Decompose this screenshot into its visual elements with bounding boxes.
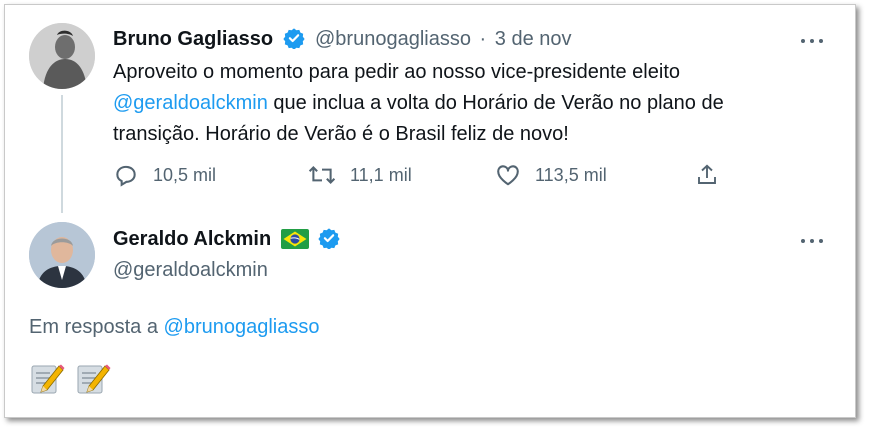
reply-context: Em resposta a @brunogagliasso bbox=[29, 316, 319, 339]
more-options-icon[interactable] bbox=[799, 30, 825, 50]
more-options-icon[interactable] bbox=[799, 230, 825, 250]
share-icon bbox=[698, 164, 716, 184]
heart-icon bbox=[497, 165, 519, 186]
avatar-geraldo[interactable] bbox=[29, 222, 95, 288]
memo-icon bbox=[75, 360, 111, 396]
author-handle[interactable]: @brunogagliasso bbox=[315, 28, 471, 50]
tweet-meta: @brunogagliasso · 3 de nov bbox=[315, 28, 572, 51]
tweet-screenshot-frame: Bruno Gagliasso @brunogagliasso · 3 de n… bbox=[4, 4, 856, 418]
retweet-button[interactable]: 11,1 mil bbox=[308, 161, 412, 189]
memo-icon bbox=[29, 360, 65, 396]
retweet-icon bbox=[308, 166, 336, 184]
author-name-text[interactable]: Bruno Gagliasso bbox=[113, 28, 273, 50]
reply-count: 10,5 mil bbox=[153, 164, 217, 185]
reply-prefix: Em resposta a bbox=[29, 316, 164, 338]
share-button[interactable] bbox=[695, 161, 719, 189]
retweet-count: 11,1 mil bbox=[350, 164, 412, 185]
verified-badge-icon bbox=[282, 28, 305, 49]
tweet-text-part: Aproveito o momento para pedir ao nosso … bbox=[113, 61, 680, 83]
avatar-bruno[interactable] bbox=[29, 23, 95, 89]
reply-icon bbox=[116, 165, 136, 187]
reply-mention-link[interactable]: @brunogagliasso bbox=[164, 316, 320, 338]
meta-separator: · bbox=[479, 28, 487, 50]
author-name[interactable]: Geraldo Alckmin bbox=[113, 227, 340, 251]
like-count: 113,5 mil bbox=[535, 164, 607, 185]
like-button[interactable]: 113,5 mil bbox=[495, 161, 607, 189]
verified-badge-icon bbox=[318, 228, 340, 249]
author-name[interactable]: Bruno Gagliasso bbox=[113, 27, 305, 51]
tweet-text: Aproveito o momento para pedir ao nosso … bbox=[113, 57, 803, 150]
mention-link[interactable]: @geraldoalckmin bbox=[113, 92, 268, 114]
brazil-flag-icon bbox=[280, 229, 309, 249]
author-name-text[interactable]: Geraldo Alckmin bbox=[113, 228, 271, 250]
tweet-date[interactable]: 3 de nov bbox=[495, 28, 572, 50]
author-handle[interactable]: @geraldoalckmin bbox=[113, 259, 268, 282]
thread-line bbox=[61, 95, 63, 213]
reply-button[interactable]: 10,5 mil bbox=[113, 161, 216, 189]
